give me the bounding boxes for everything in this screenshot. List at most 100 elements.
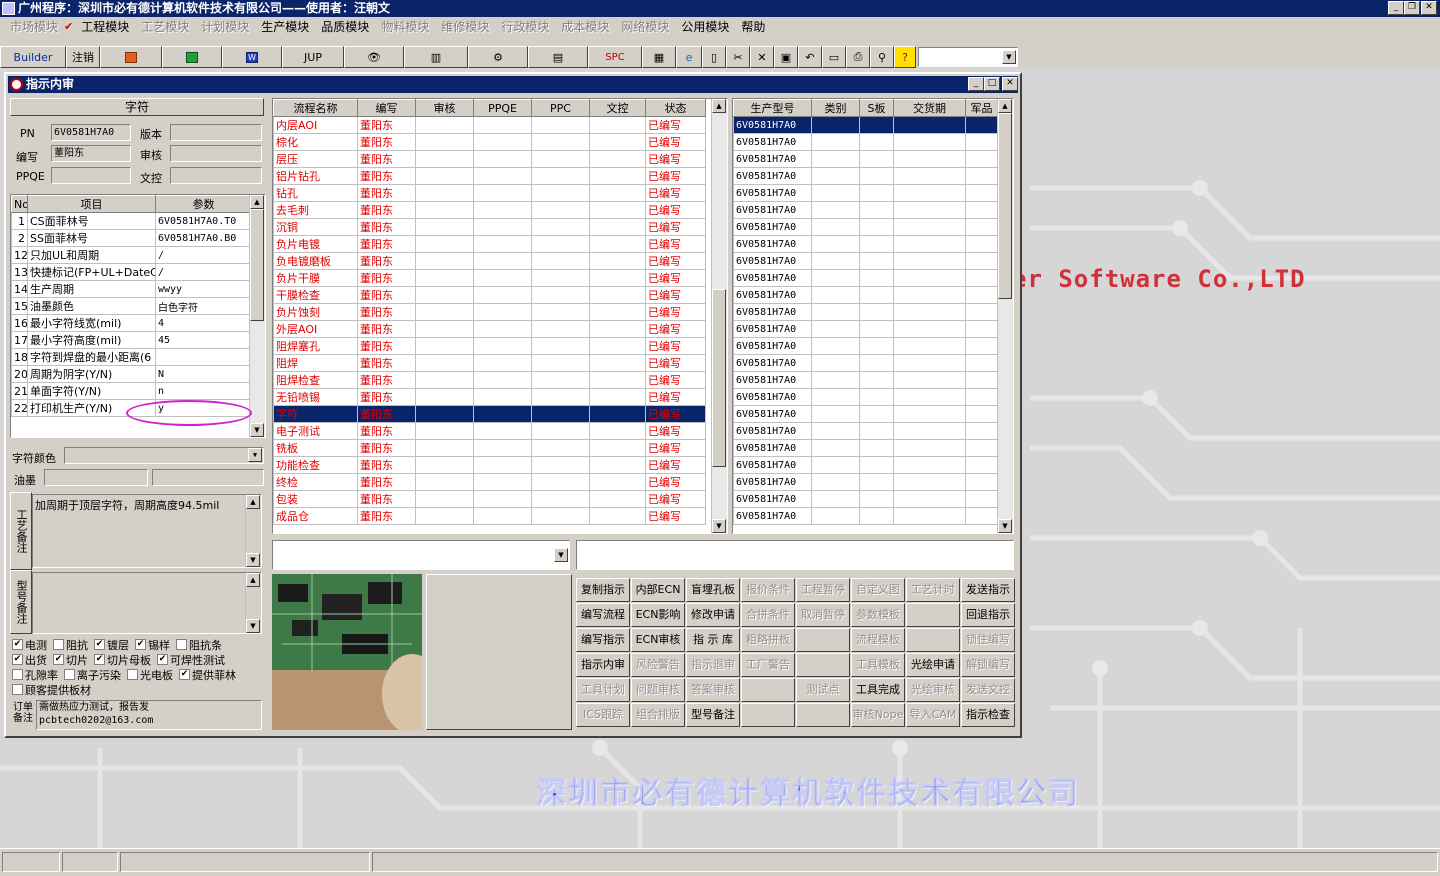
model-row[interactable]: 6V0581H7A0 xyxy=(733,388,998,406)
model-scrollbar[interactable]: ▲ ▼ xyxy=(997,99,1013,533)
scroll-down-icon[interactable]: ▼ xyxy=(246,619,260,633)
process-row[interactable]: 棕化 董阳东 已编写 xyxy=(273,133,706,151)
model-col-header[interactable]: 交货期 xyxy=(893,99,966,117)
menu-item-10[interactable]: 网络模块 xyxy=(615,18,675,35)
model-note-field[interactable]: ▲ ▼ xyxy=(32,572,262,634)
process-row[interactable]: 成品仓 董阳东 已编写 xyxy=(273,507,706,525)
command-button-1-2[interactable]: 修改申请 xyxy=(686,603,740,627)
tools-icon[interactable]: ⚙ xyxy=(468,46,528,68)
param-row[interactable]: 1 CS面菲林号 6V0581H7A0.T0 xyxy=(11,212,252,230)
param-row[interactable]: 16 最小字符线宽(mil) 4 xyxy=(11,314,252,332)
checkbox-0-0[interactable]: ✔ 电测 xyxy=(12,637,47,653)
powerpoint-icon[interactable] xyxy=(100,46,162,68)
process-row[interactable]: 终检 董阳东 已编写 xyxy=(273,473,706,491)
spc-button[interactable]: SPC xyxy=(588,46,642,68)
checkbox-2-2[interactable]: 光电板 xyxy=(127,667,173,683)
command-button-2-3[interactable]: 粗略拼板 xyxy=(741,628,795,652)
command-button-1-1[interactable]: ECN影响 xyxy=(631,603,685,627)
command-button-3-7[interactable]: 解锁编写 xyxy=(961,653,1015,677)
version-field[interactable] xyxy=(170,124,262,141)
command-button-4-7[interactable]: 发送文控 xyxy=(961,678,1015,702)
model-row[interactable]: 6V0581H7A0 xyxy=(733,303,998,321)
model-row[interactable]: 6V0581H7A0 xyxy=(733,405,998,423)
model-row[interactable]: 6V0581H7A0 xyxy=(733,456,998,474)
save-icon[interactable]: ▣ xyxy=(774,46,798,68)
command-button-2-7[interactable]: 锁住编写 xyxy=(961,628,1015,652)
window-minimize-button[interactable]: _ xyxy=(968,77,984,91)
command-button-1-6[interactable] xyxy=(906,603,960,627)
menu-item-2[interactable]: 工艺模块 xyxy=(135,18,195,35)
command-button-2-2[interactable]: 指 示 库 xyxy=(686,628,740,652)
scroll-down-icon[interactable]: ▼ xyxy=(250,423,264,437)
menu-item-5[interactable]: 品质模块 xyxy=(315,18,375,35)
order-note-field[interactable]: 需做热应力测试，报告发 pcbtech0202@163.com xyxy=(36,700,262,730)
scroll-up-icon[interactable]: ▲ xyxy=(246,573,260,587)
command-button-4-2[interactable]: 答案审核 xyxy=(686,678,740,702)
process-row[interactable]: 负片蚀刻 董阳东 已编写 xyxy=(273,303,706,321)
cut-icon[interactable]: ✂ xyxy=(726,46,750,68)
process-row[interactable]: 功能检查 董阳东 已编写 xyxy=(273,456,706,474)
checkbox-box[interactable] xyxy=(12,669,23,680)
model-row[interactable]: 6V0581H7A0 xyxy=(733,422,998,440)
process-row[interactable]: 层压 董阳东 已编写 xyxy=(273,150,706,168)
param-row[interactable]: 12 只加UL和周期 / xyxy=(11,246,252,264)
menu-item-1[interactable]: 工程模块 xyxy=(75,18,135,35)
scroll-thumb[interactable] xyxy=(998,113,1012,299)
author-field[interactable]: 董阳东 xyxy=(51,145,131,162)
checkbox-0-1[interactable]: 阻抗 xyxy=(53,637,88,653)
command-button-2-1[interactable]: ECN审核 xyxy=(631,628,685,652)
checkbox-0-3[interactable]: ✔ 锡样 xyxy=(135,637,170,653)
builder-button[interactable]: Builder xyxy=(0,46,66,68)
eye-icon[interactable]: 👁 xyxy=(344,46,404,68)
command-button-4-3[interactable] xyxy=(741,678,795,702)
command-button-2-0[interactable]: 编写指示 xyxy=(576,628,630,652)
pn-field[interactable]: 6V0581H7A0 xyxy=(51,124,131,141)
menu-item-9[interactable]: 成本模块 xyxy=(555,18,615,35)
checkbox-box[interactable] xyxy=(12,684,23,695)
model-search-input[interactable] xyxy=(576,540,1014,570)
model-row[interactable]: 6V0581H7A0 xyxy=(733,235,998,253)
process-row[interactable]: 内层AOI 董阳东 已编写 xyxy=(273,116,706,134)
checkbox-3-0[interactable]: 顾客提供板材 xyxy=(12,682,91,698)
model-row[interactable]: 6V0581H7A0 xyxy=(733,337,998,355)
process-col-header[interactable]: 审核 xyxy=(415,99,474,117)
process-row[interactable]: 电子测试 董阳东 已编写 xyxy=(273,422,706,440)
process-row[interactable]: 阻焊 董阳东 已编写 xyxy=(273,354,706,372)
char-color-select[interactable]: ▼ xyxy=(64,447,264,464)
menu-item-3[interactable]: 计划模块 xyxy=(195,18,255,35)
menu-item-4[interactable]: 生产模块 xyxy=(255,18,315,35)
command-button-4-1[interactable]: 问题审核 xyxy=(631,678,685,702)
command-button-3-1[interactable]: 风险警告 xyxy=(631,653,685,677)
command-button-5-4[interactable] xyxy=(796,703,850,727)
excel-icon[interactable] xyxy=(162,46,222,68)
model-row[interactable]: 6V0581H7A0 xyxy=(733,371,998,389)
model-col-header[interactable]: 类别 xyxy=(811,99,860,117)
model-row[interactable]: 6V0581H7A0 xyxy=(733,286,998,304)
model-col-header[interactable]: 生产型号 xyxy=(733,99,812,117)
process-row[interactable]: 沉铜 董阳东 已编写 xyxy=(273,218,706,236)
command-button-4-5[interactable]: 工具完成 xyxy=(851,678,905,702)
process-col-header[interactable]: 状态 xyxy=(645,99,706,117)
calendar-icon[interactable]: ▦ xyxy=(642,46,676,68)
checkbox-1-3[interactable]: ✔ 可焊性测试 xyxy=(157,652,225,668)
command-button-3-6[interactable]: 光绘申请 xyxy=(906,653,960,677)
chevron-down-icon[interactable]: ▼ xyxy=(248,448,262,462)
model-row[interactable]: 6V0581H7A0 xyxy=(733,116,998,134)
param-row[interactable]: 15 油墨颜色 白色字符 xyxy=(11,297,252,315)
command-button-4-6[interactable]: 光绘审核 xyxy=(906,678,960,702)
ink-field-2[interactable] xyxy=(152,469,264,486)
command-button-0-3[interactable]: 报价条件 xyxy=(741,578,795,602)
command-button-2-5[interactable]: 流程模板 xyxy=(851,628,905,652)
process-col-header[interactable]: PPQE xyxy=(473,99,532,117)
word-icon[interactable]: W xyxy=(222,46,282,68)
checkbox-1-2[interactable]: ✔ 切片母板 xyxy=(94,652,151,668)
checkbox-box[interactable]: ✔ xyxy=(53,654,64,665)
process-row[interactable]: 铣板 董阳东 已编写 xyxy=(273,439,706,457)
menu-item-11[interactable]: 公用模块 xyxy=(675,18,735,35)
new-file-icon[interactable]: ▯ xyxy=(702,46,726,68)
command-button-0-7[interactable]: 发送指示 xyxy=(961,578,1015,602)
delete-icon[interactable]: ✕ xyxy=(750,46,774,68)
checkbox-box[interactable] xyxy=(176,639,187,650)
menu-item-6[interactable]: 物料模块 xyxy=(375,18,435,35)
window-maximize-button[interactable]: □ xyxy=(984,77,1000,91)
